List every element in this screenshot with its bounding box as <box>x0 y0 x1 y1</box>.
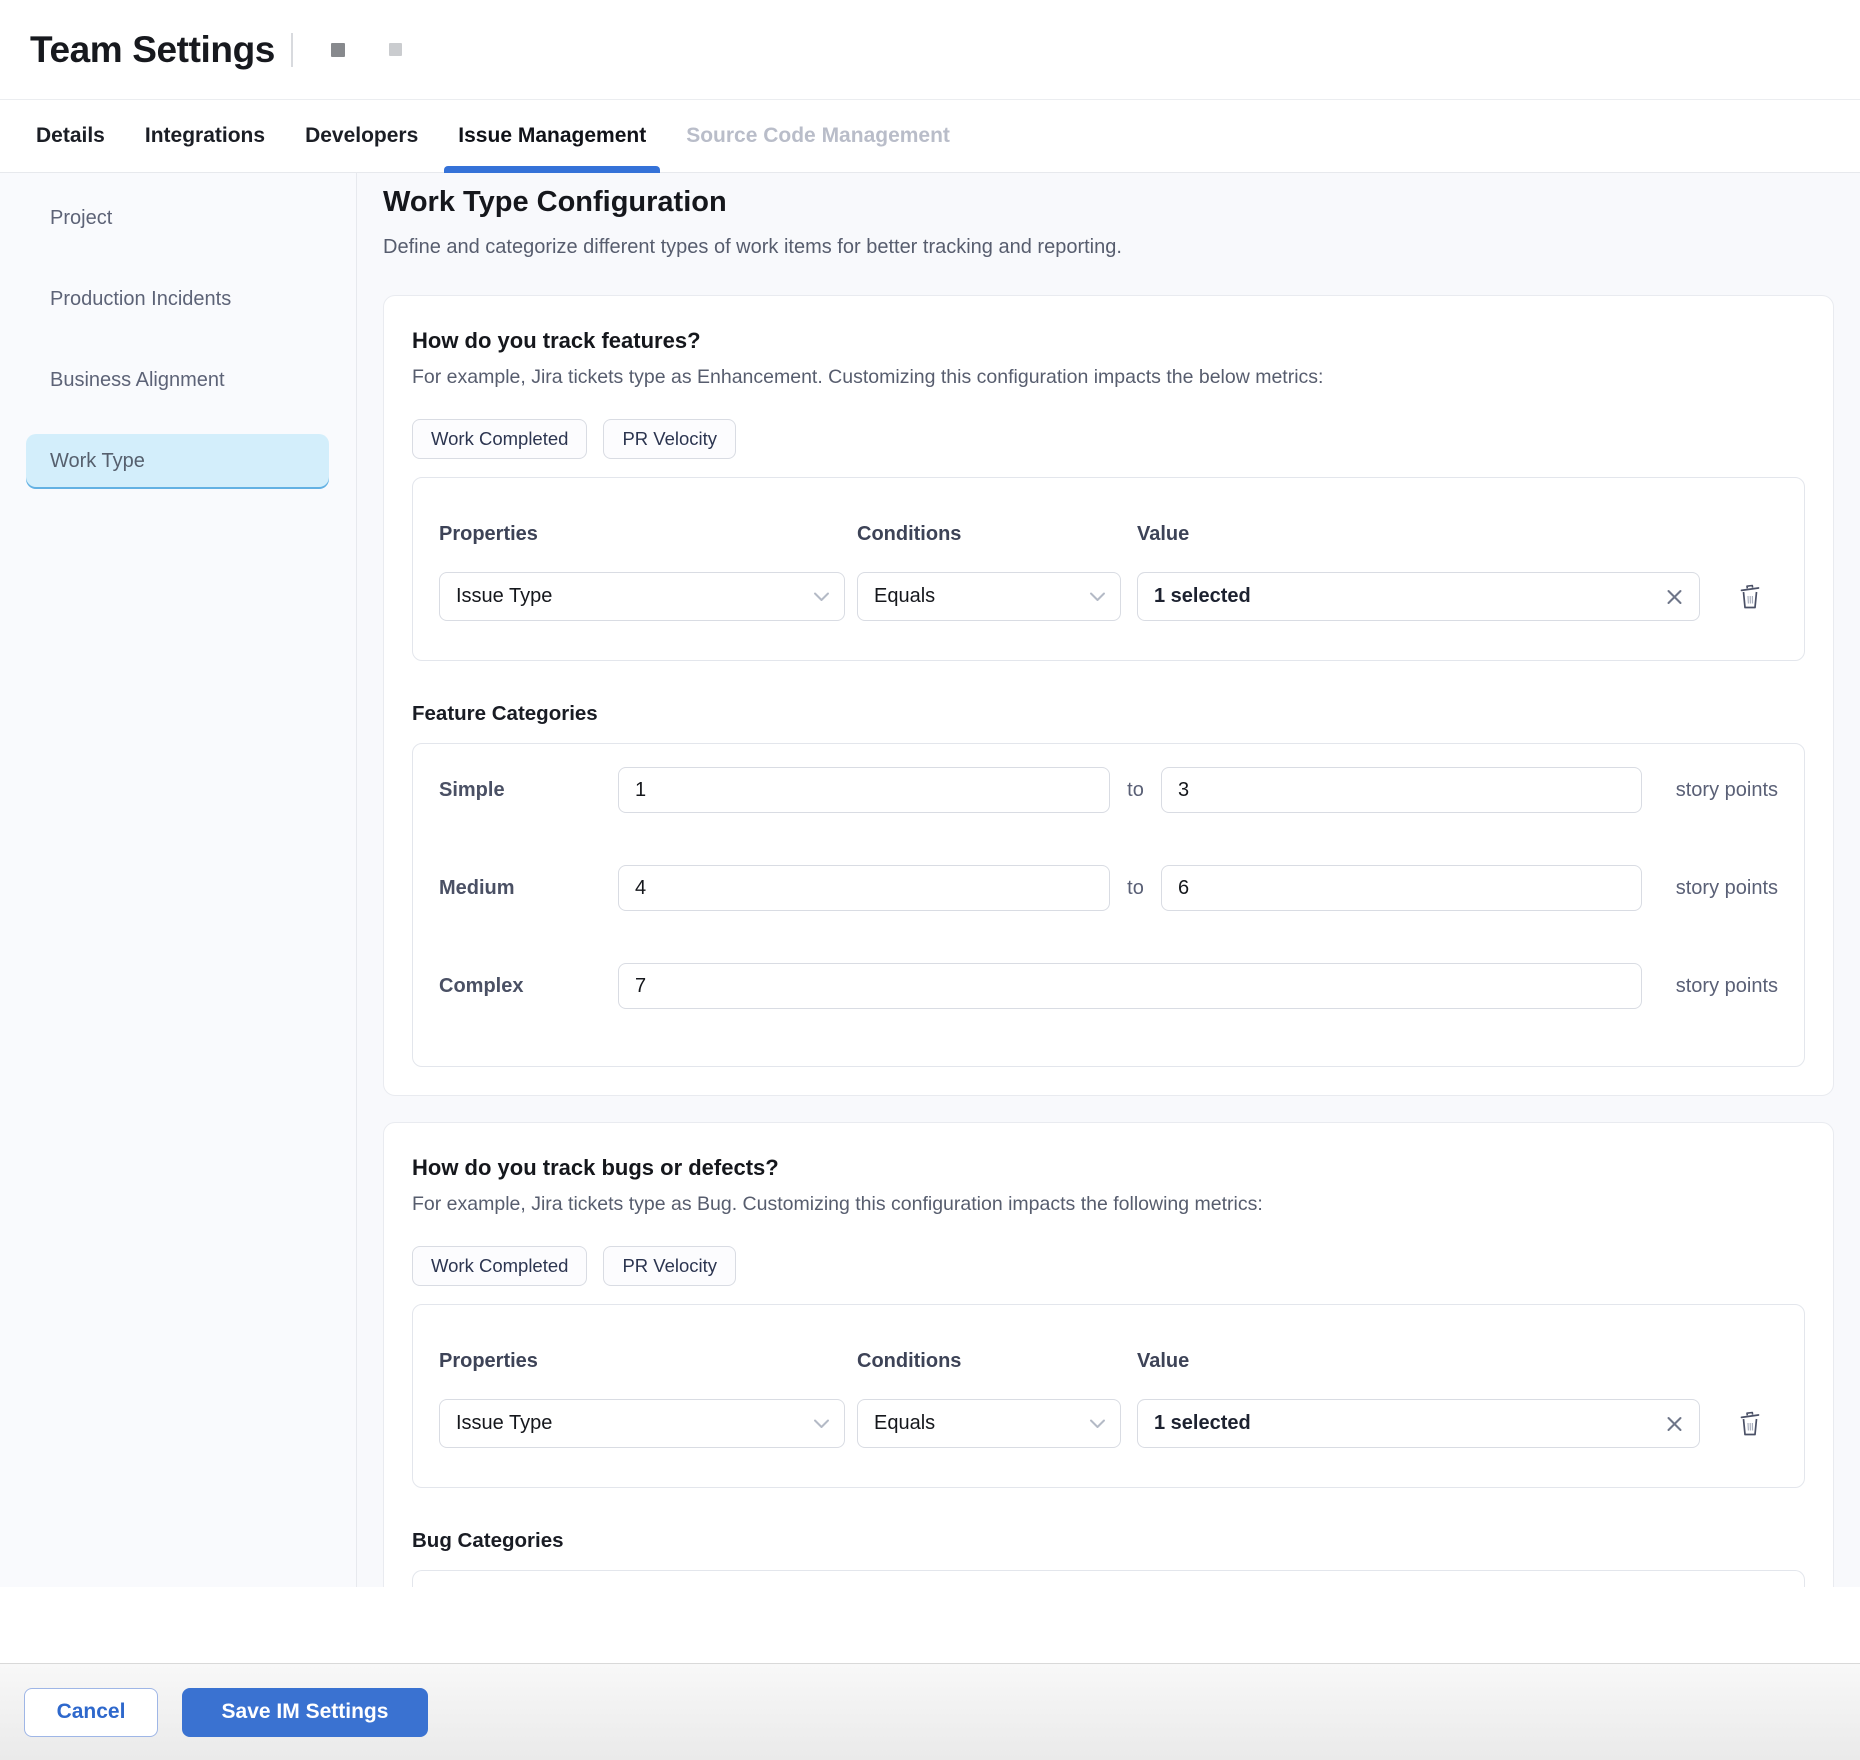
properties-label: Properties <box>439 522 845 547</box>
bugs-description: For example, Jira tickets type as Bug. C… <box>412 1193 1805 1216</box>
rule-column-conditions: Conditions Equals <box>857 1349 1121 1448</box>
trash-icon <box>1738 583 1762 611</box>
delete-rule-button[interactable] <box>1738 572 1762 621</box>
tab-integrations[interactable]: Integrations <box>131 100 279 172</box>
value-multiselect[interactable]: 1 selected <box>1137 1399 1700 1448</box>
sidebar-item-production-incidents[interactable]: Production Incidents <box>26 272 329 327</box>
simple-to-input[interactable] <box>1161 767 1642 813</box>
work-type-main: Work Type Configuration Define and categ… <box>357 173 1860 1587</box>
footer-spacer <box>0 1587 1860 1663</box>
category-label: Complex <box>439 975 618 998</box>
clear-selection-icon[interactable] <box>1666 588 1683 605</box>
page-heading: Team Settings <box>30 29 275 71</box>
rule-column-value: Value 1 selected <box>1137 1349 1700 1448</box>
condition-select[interactable]: Equals <box>857 1399 1121 1448</box>
value-selected-count: 1 selected <box>1154 585 1251 608</box>
complex-from-input[interactable] <box>618 963 1642 1009</box>
value-label: Value <box>1137 1349 1700 1374</box>
metric-tag-pr-velocity: PR Velocity <box>603 419 736 459</box>
tab-issue-management[interactable]: Issue Management <box>444 100 660 172</box>
value-label: Value <box>1137 522 1700 547</box>
rule-column-properties: Properties Issue Type <box>439 1349 845 1448</box>
category-row-medium: Medium to story points <box>439 865 1778 911</box>
features-rule-panel: Properties Issue Type Conditions Equals <box>412 477 1805 661</box>
category-label: Simple <box>439 779 618 802</box>
sidebar-item-project[interactable]: Project <box>26 191 329 246</box>
features-description: For example, Jira tickets type as Enhanc… <box>412 366 1805 389</box>
condition-select-value: Equals <box>874 1412 935 1435</box>
chevron-down-icon <box>1089 1418 1106 1429</box>
rule-column-value: Value 1 selected <box>1137 522 1700 621</box>
metric-tag-pr-velocity: PR Velocity <box>603 1246 736 1286</box>
rule-column-properties: Properties Issue Type <box>439 522 845 621</box>
property-select-value: Issue Type <box>456 585 552 608</box>
tab-developers[interactable]: Developers <box>291 100 432 172</box>
features-card: How do you track features? For example, … <box>383 295 1834 1096</box>
metric-tag-work-completed: Work Completed <box>412 419 587 459</box>
sidebar-item-business-alignment[interactable]: Business Alignment <box>26 353 329 408</box>
chevron-down-icon <box>813 1418 830 1429</box>
condition-select[interactable]: Equals <box>857 572 1121 621</box>
page-subtitle: Define and categorize different types of… <box>383 236 1834 259</box>
value-selected-count: 1 selected <box>1154 1412 1251 1435</box>
settings-body: Project Production Incidents Business Al… <box>0 173 1860 1587</box>
feature-categories-panel: Simple to story points Medium to story p… <box>412 743 1805 1067</box>
bugs-metric-tags: Work Completed PR Velocity <box>412 1246 1805 1286</box>
bugs-question: How do you track bugs or defects? <box>412 1155 1805 1181</box>
save-im-settings-button[interactable]: Save IM Settings <box>182 1688 428 1737</box>
trash-icon <box>1738 1410 1762 1438</box>
medium-to-input[interactable] <box>1161 865 1642 911</box>
footer-action-bar: Cancel Save IM Settings <box>0 1663 1860 1760</box>
story-points-label: story points <box>1676 779 1778 802</box>
tab-source-code-management[interactable]: Source Code Management <box>672 100 964 172</box>
to-label: to <box>1110 779 1161 802</box>
conditions-label: Conditions <box>857 522 1121 547</box>
features-question: How do you track features? <box>412 328 1805 354</box>
metric-tag-work-completed: Work Completed <box>412 1246 587 1286</box>
feature-categories-title: Feature Categories <box>412 702 1805 726</box>
conditions-label: Conditions <box>857 1349 1121 1374</box>
property-select[interactable]: Issue Type <box>439 1399 845 1448</box>
features-metric-tags: Work Completed PR Velocity <box>412 419 1805 459</box>
medium-from-input[interactable] <box>618 865 1110 911</box>
story-points-label: story points <box>1676 975 1778 998</box>
category-row-simple: Simple to story points <box>439 767 1778 813</box>
chevron-down-icon <box>1089 591 1106 602</box>
category-row-complex: Complex story points <box>439 963 1778 1009</box>
bugs-card: How do you track bugs or defects? For ex… <box>383 1122 1834 1587</box>
cancel-button[interactable]: Cancel <box>24 1688 158 1737</box>
title-divider <box>291 33 293 67</box>
settings-tab-bar: Details Integrations Developers Issue Ma… <box>0 100 1860 173</box>
bugs-rule-panel: Properties Issue Type Conditions Equals <box>412 1304 1805 1488</box>
header-mini-icon-2 <box>389 43 402 56</box>
to-label: to <box>1110 877 1161 900</box>
condition-select-value: Equals <box>874 585 935 608</box>
bug-categories-title: Bug Categories <box>412 1529 1805 1553</box>
chevron-down-icon <box>813 591 830 602</box>
clear-selection-icon[interactable] <box>1666 1415 1683 1432</box>
header-mini-icon-1 <box>331 43 345 57</box>
category-label: Medium <box>439 877 618 900</box>
page-title: Work Type Configuration <box>383 186 1834 219</box>
issue-management-sidebar: Project Production Incidents Business Al… <box>0 173 357 1587</box>
bug-categories-panel-partial <box>412 1570 1805 1587</box>
story-points-label: story points <box>1676 877 1778 900</box>
tab-details[interactable]: Details <box>22 100 119 172</box>
delete-rule-button[interactable] <box>1738 1399 1762 1448</box>
sidebar-item-work-type[interactable]: Work Type <box>26 434 329 489</box>
app-header: Team Settings <box>0 0 1860 100</box>
rule-column-conditions: Conditions Equals <box>857 522 1121 621</box>
simple-from-input[interactable] <box>618 767 1110 813</box>
property-select[interactable]: Issue Type <box>439 572 845 621</box>
property-select-value: Issue Type <box>456 1412 552 1435</box>
properties-label: Properties <box>439 1349 845 1374</box>
value-multiselect[interactable]: 1 selected <box>1137 572 1700 621</box>
